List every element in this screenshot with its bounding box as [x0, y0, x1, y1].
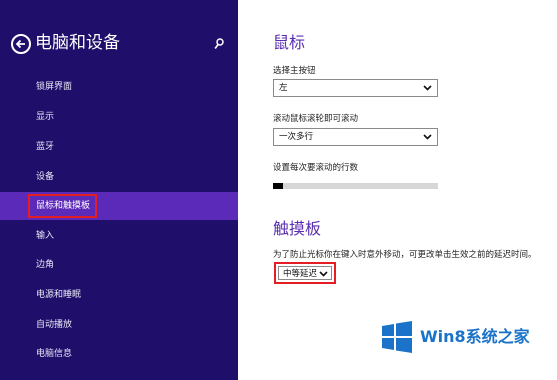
windows-logo-icon — [382, 321, 412, 353]
scroll-label: 滚动鼠标滚轮即可滚动 — [273, 114, 359, 124]
sidebar-item-pc-info[interactable]: 电脑信息 — [0, 340, 238, 368]
primary-button-select[interactable]: 左 — [273, 79, 438, 97]
sidebar-item-display[interactable]: 显示 — [0, 103, 238, 131]
arrow-left-icon — [15, 39, 25, 49]
sidebar-item-power-sleep[interactable]: 电源和睡眠 — [0, 281, 238, 309]
lines-slider-fill[interactable] — [273, 183, 283, 189]
sidebar-item-bluetooth[interactable]: 蓝牙 — [0, 133, 238, 161]
lines-slider[interactable] — [273, 183, 438, 189]
sidebar-item-devices[interactable]: 设备 — [0, 163, 238, 191]
lines-label: 设置每次要滚动的行数 — [273, 163, 359, 173]
touchpad-delay-description: 为了防止光标你在键入时意外移动，可更改单击生效之前的延迟时间。 — [273, 250, 537, 260]
sidebar-item-autoplay[interactable]: 自动播放 — [0, 311, 238, 339]
touchpad-delay-select[interactable]: 中等延迟 — [274, 262, 336, 284]
scroll-value: 一次多行 — [279, 132, 314, 142]
touchpad-delay-value: 中等延迟 — [283, 269, 318, 279]
chevron-down-icon — [423, 85, 432, 91]
watermark: Win8系统之家 — [380, 316, 552, 364]
selection-highlight-box — [28, 194, 97, 218]
chevron-down-icon — [423, 134, 432, 140]
scroll-select[interactable]: 一次多行 — [273, 128, 438, 146]
sidebar-item-typing[interactable]: 输入 — [0, 222, 238, 250]
mouse-heading: 鼠标 — [273, 33, 306, 52]
watermark-text: Win8系统之家 — [420, 327, 530, 346]
page-title: 电脑和设备 — [35, 33, 120, 53]
sidebar-item-lock-screen[interactable]: 锁屏界面 — [0, 73, 238, 101]
sidebar-item-corners[interactable]: 边角 — [0, 251, 238, 279]
primary-button-value: 左 — [279, 83, 288, 93]
primary-button-label: 选择主按钮 — [273, 66, 316, 76]
back-button[interactable] — [11, 34, 31, 54]
sidebar: 电脑和设备 锁屏界面 显示 蓝牙 设备 鼠标和触摸板 输入 边角 电源和睡眠 自… — [0, 0, 238, 380]
search-icon[interactable] — [214, 38, 224, 50]
chevron-down-icon — [319, 271, 328, 277]
touchpad-heading: 触摸板 — [273, 219, 322, 238]
touchpad-delay-select-box[interactable]: 中等延迟 — [278, 266, 332, 280]
